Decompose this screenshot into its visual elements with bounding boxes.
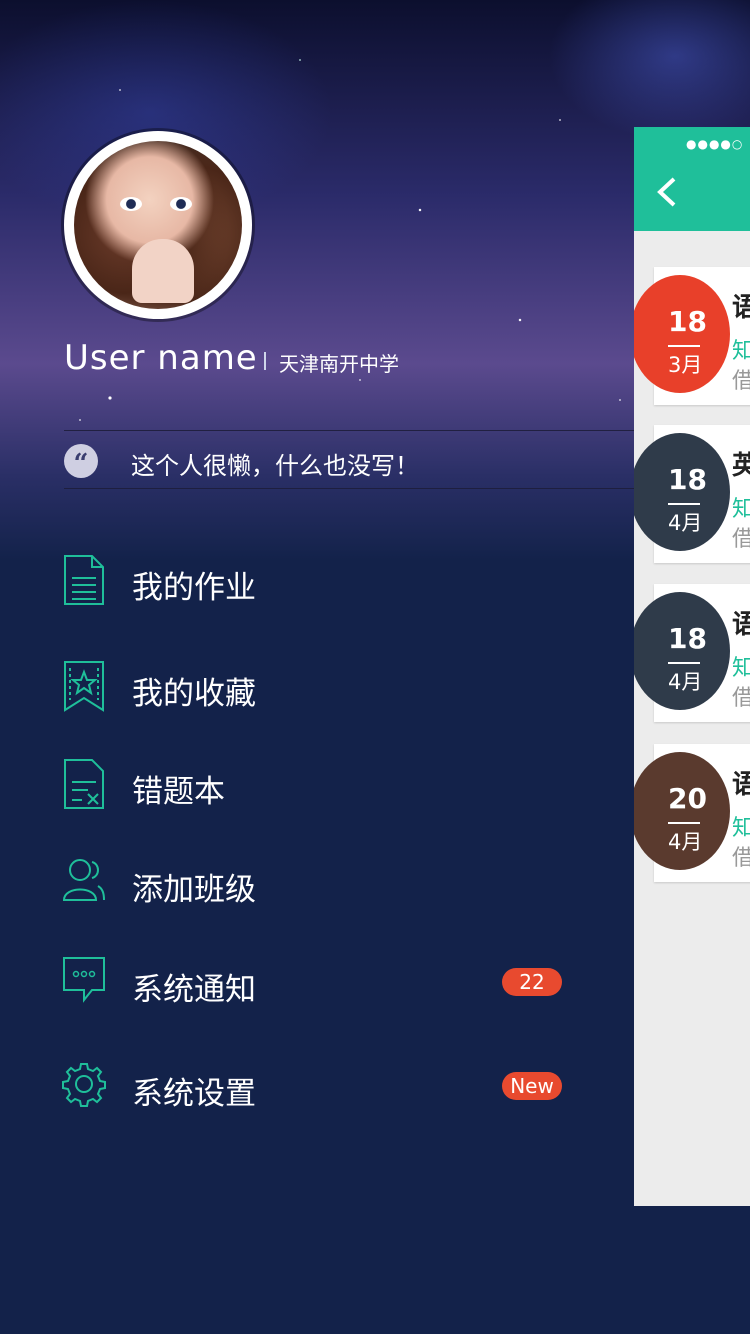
card-subject: 语 [732,610,750,640]
date-badge: 20 4月 [634,752,730,870]
notification-count-badge: 22 [502,968,562,996]
avatar-photo [74,141,242,309]
user-name: User name [64,338,258,378]
list-item[interactable]: 18 3月 语 知 借 [634,267,750,405]
date-day: 18 [668,463,707,496]
signature-top-divider [64,430,634,431]
date-day: 18 [668,305,707,338]
card-subject: 英 [732,451,750,481]
name-divider [264,352,266,370]
menu-label-notifications: 系统通知 [132,972,256,1008]
card-tag: 知 [732,339,750,364]
menu-item-notifications[interactable]: 系统通知 22 [0,956,630,1016]
main-screen-header: ●●●●○ [634,127,750,231]
card-tag: 知 [732,816,750,841]
date-month: 3月 [668,353,703,377]
card-subject: 语 [732,293,750,323]
card-info: 借 [732,527,750,552]
school-name: 天津南开中学 [279,352,399,376]
menu-item-settings[interactable]: 系统设置 New [0,1060,630,1120]
menu-item-add-class[interactable]: 添加班级 [0,856,630,916]
menu-label-wrong-book: 错题本 [132,774,225,810]
bookmark-star-icon [64,661,104,712]
date-badge: 18 4月 [634,433,730,551]
signal-dots: ●●●●○ [686,137,744,151]
menu-label-favorites: 我的收藏 [132,676,256,712]
message-bubble-icon [63,957,105,1003]
card-info: 借 [732,686,750,711]
card-info: 借 [732,369,750,394]
menu-label-add-class: 添加班级 [132,872,256,908]
card-tag: 知 [732,497,750,522]
date-month: 4月 [668,830,703,854]
menu-item-homework[interactable]: 我的作业 [0,554,630,614]
date-month: 4月 [668,511,703,535]
date-badge: 18 4月 [634,592,730,710]
quote-icon: “ [64,444,98,479]
date-day: 18 [668,622,707,655]
menu-label-settings: 系统设置 [132,1076,256,1112]
add-class-users-icon [62,859,105,901]
signature-bottom-divider [64,488,634,489]
chevron-left-icon[interactable] [652,177,682,207]
new-badge: New [502,1072,562,1100]
menu-item-wrong-book[interactable]: 错题本 [0,758,630,818]
document-icon [64,555,104,605]
main-screen-preview[interactable]: ●●●●○ 18 3月 语 知 借 18 4月 英 知 借 18 4月 语 知 [634,127,750,1206]
date-month: 4月 [668,670,703,694]
wrong-answer-book-icon [64,759,104,809]
card-info: 借 [732,846,750,871]
signature-text[interactable]: 这个人很懒，什么也没写！ [131,446,419,481]
list-item[interactable]: 18 4月 语 知 借 [634,584,750,722]
date-badge: 18 3月 [634,275,730,393]
gear-icon [62,1063,106,1107]
menu-label-homework: 我的作业 [132,570,256,606]
card-tag: 知 [732,656,750,681]
avatar[interactable] [64,131,252,319]
card-subject: 语 [732,770,750,800]
date-day: 20 [668,782,707,815]
list-item[interactable]: 18 4月 英 知 借 [634,425,750,563]
menu-item-favorites[interactable]: 我的收藏 [0,660,630,720]
list-item[interactable]: 20 4月 语 知 借 [634,744,750,882]
